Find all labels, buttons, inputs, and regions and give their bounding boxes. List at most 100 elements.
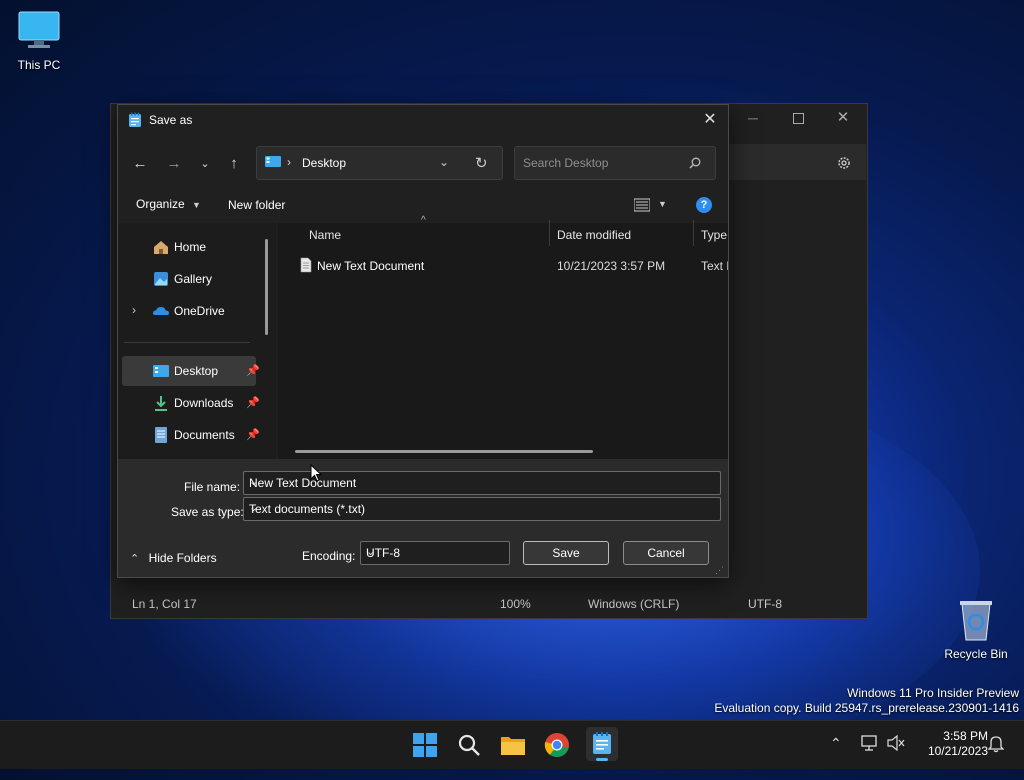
help-icon: ?: [700, 199, 708, 211]
status-encoding[interactable]: UTF-8: [748, 597, 782, 611]
new-folder-button[interactable]: New folder: [228, 198, 285, 212]
column-header-date-modified[interactable]: Date modified: [557, 228, 631, 242]
navigation-pane: Home Gallery › OneDrive Desktop 📌 Downlo…: [118, 223, 276, 459]
network-icon[interactable]: [861, 735, 879, 751]
save-as-type-select[interactable]: Text documents (*.txt) ⌄: [243, 497, 721, 521]
sidebar-item-label: Gallery: [174, 272, 213, 286]
pin-icon: 📌: [246, 397, 260, 409]
organize-button[interactable]: Organize ▼: [136, 197, 201, 211]
downloads-icon: [155, 396, 167, 411]
sidebar-item-onedrive[interactable]: › OneDrive: [122, 296, 256, 326]
active-app-indicator: [596, 758, 608, 761]
sidebar-item-documents[interactable]: Documents 📌: [122, 420, 260, 450]
chrome-icon: [544, 733, 569, 757]
save-button[interactable]: Save: [523, 541, 609, 565]
file-explorer-button[interactable]: [499, 731, 527, 759]
save-options-panel: File name: New Text Document ⌄ Save as t…: [118, 459, 728, 577]
chevron-right-icon[interactable]: ›: [132, 303, 136, 317]
close-button[interactable]: ✕: [831, 108, 855, 128]
notepad-app-icon: [129, 112, 141, 127]
view-options-button[interactable]: ▼: [632, 196, 668, 214]
arrow-right-icon: →: [166, 155, 182, 172]
arrow-left-icon: ←: [132, 155, 148, 172]
this-pc-desktop-icon[interactable]: This PC: [10, 8, 68, 76]
forward-button[interactable]: →: [161, 153, 187, 175]
documents-icon: [155, 427, 167, 443]
monitor-icon: [18, 11, 60, 48]
column-divider[interactable]: [693, 220, 694, 246]
sidebar-item-downloads[interactable]: Downloads 📌: [122, 388, 260, 418]
save-as-type-label: Save as type:: [171, 505, 244, 519]
column-header-name[interactable]: Name: [309, 228, 341, 242]
clock-date: 10/21/2023: [927, 744, 988, 758]
status-cursor-position: Ln 1, Col 17: [132, 597, 197, 611]
taskbar: ⌃ 3:58 PM 10/21/2023: [0, 720, 1024, 769]
minimize-button[interactable]: ─: [741, 110, 765, 130]
evaluation-watermark: Windows 11 Pro Insider Preview Evaluatio…: [714, 686, 1019, 716]
start-button[interactable]: [411, 731, 439, 759]
maximize-button[interactable]: [786, 108, 810, 128]
back-button[interactable]: ←: [127, 153, 153, 175]
sidebar-item-gallery[interactable]: Gallery: [122, 264, 256, 294]
show-hidden-icons-button[interactable]: ⌃: [830, 735, 842, 752]
clock-time: 3:58 PM: [943, 729, 988, 743]
maximize-icon: [793, 113, 804, 124]
recycle-bin-desktop-icon[interactable]: Recycle Bin: [940, 596, 1012, 664]
sidebar-item-label: Desktop: [174, 364, 219, 378]
watermark-line-2: Evaluation copy. Build 25947.rs_prerelea…: [714, 701, 1019, 715]
encoding-select[interactable]: UTF-8 ⌄: [360, 541, 510, 565]
volume-icon[interactable]: [887, 734, 905, 752]
chevron-up-icon: ⌃: [130, 553, 140, 565]
sidebar-item-desktop[interactable]: Desktop 📌: [122, 356, 260, 386]
search-placeholder: Search Desktop: [523, 156, 609, 170]
horizontal-scrollbar[interactable]: [295, 450, 593, 453]
gallery-icon: [154, 272, 168, 286]
watermark-line-1: Windows 11 Pro Insider Preview: [847, 686, 1019, 700]
mouse-cursor-icon: [310, 464, 322, 482]
recycle-bin-icon: [960, 601, 992, 641]
cancel-button[interactable]: Cancel: [623, 541, 709, 565]
windows-logo-icon: [413, 733, 437, 757]
sidebar-scrollbar[interactable]: [265, 239, 268, 335]
chrome-button[interactable]: [543, 731, 571, 759]
file-name: New Text Document: [317, 259, 425, 273]
desktop-location-icon: [265, 156, 281, 167]
column-divider[interactable]: [549, 220, 550, 246]
search-input[interactable]: Search Desktop: [514, 146, 716, 180]
recycle-bin-label: Recycle Bin: [944, 647, 1008, 661]
pin-icon: 📌: [246, 429, 260, 441]
sidebar-item-home[interactable]: Home: [122, 232, 256, 262]
hide-folders-button[interactable]: ⌃ Hide Folders: [130, 551, 217, 565]
volume-muted-icon: [887, 734, 905, 752]
file-row[interactable]: New Text Document 10/21/2023 3:57 PM Tex…: [296, 255, 728, 277]
resize-grip-icon[interactable]: ⋰: [715, 565, 724, 576]
notifications-button[interactable]: [987, 735, 1005, 753]
onedrive-icon: [153, 307, 169, 315]
file-type: Text D: [701, 259, 728, 273]
address-history-dropdown[interactable]: ⌄: [439, 155, 449, 169]
notepad-icon: [593, 732, 611, 754]
search-button[interactable]: [455, 731, 483, 759]
address-bar[interactable]: › Desktop ⌄ ↻: [256, 146, 503, 180]
breadcrumb-desktop[interactable]: Desktop: [302, 156, 346, 170]
notepad-taskbar-button[interactable]: [586, 727, 618, 761]
sidebar-item-label: Downloads: [174, 396, 234, 410]
recent-locations-button[interactable]: ⌄: [192, 153, 218, 175]
settings-button[interactable]: [833, 152, 855, 174]
status-zoom[interactable]: 100%: [500, 597, 531, 611]
chevron-up-icon: ⌃: [830, 735, 842, 751]
refresh-icon[interactable]: ↻: [475, 154, 488, 172]
dialog-title: Save as: [149, 113, 193, 127]
up-button[interactable]: ↑: [221, 153, 247, 175]
sidebar-item-label: OneDrive: [174, 304, 225, 318]
sidebar-divider: [124, 342, 250, 343]
pin-icon: 📌: [246, 365, 260, 377]
file-date-modified: 10/21/2023 3:57 PM: [557, 259, 666, 273]
column-header-type[interactable]: Type: [701, 228, 727, 242]
status-line-endings[interactable]: Windows (CRLF): [588, 597, 679, 611]
folder-icon: [501, 737, 525, 755]
clock[interactable]: 3:58 PM 10/21/2023: [912, 729, 988, 759]
dialog-close-button[interactable]: ✕: [698, 109, 722, 131]
help-button[interactable]: ?: [696, 197, 712, 213]
search-icon: [689, 157, 701, 169]
